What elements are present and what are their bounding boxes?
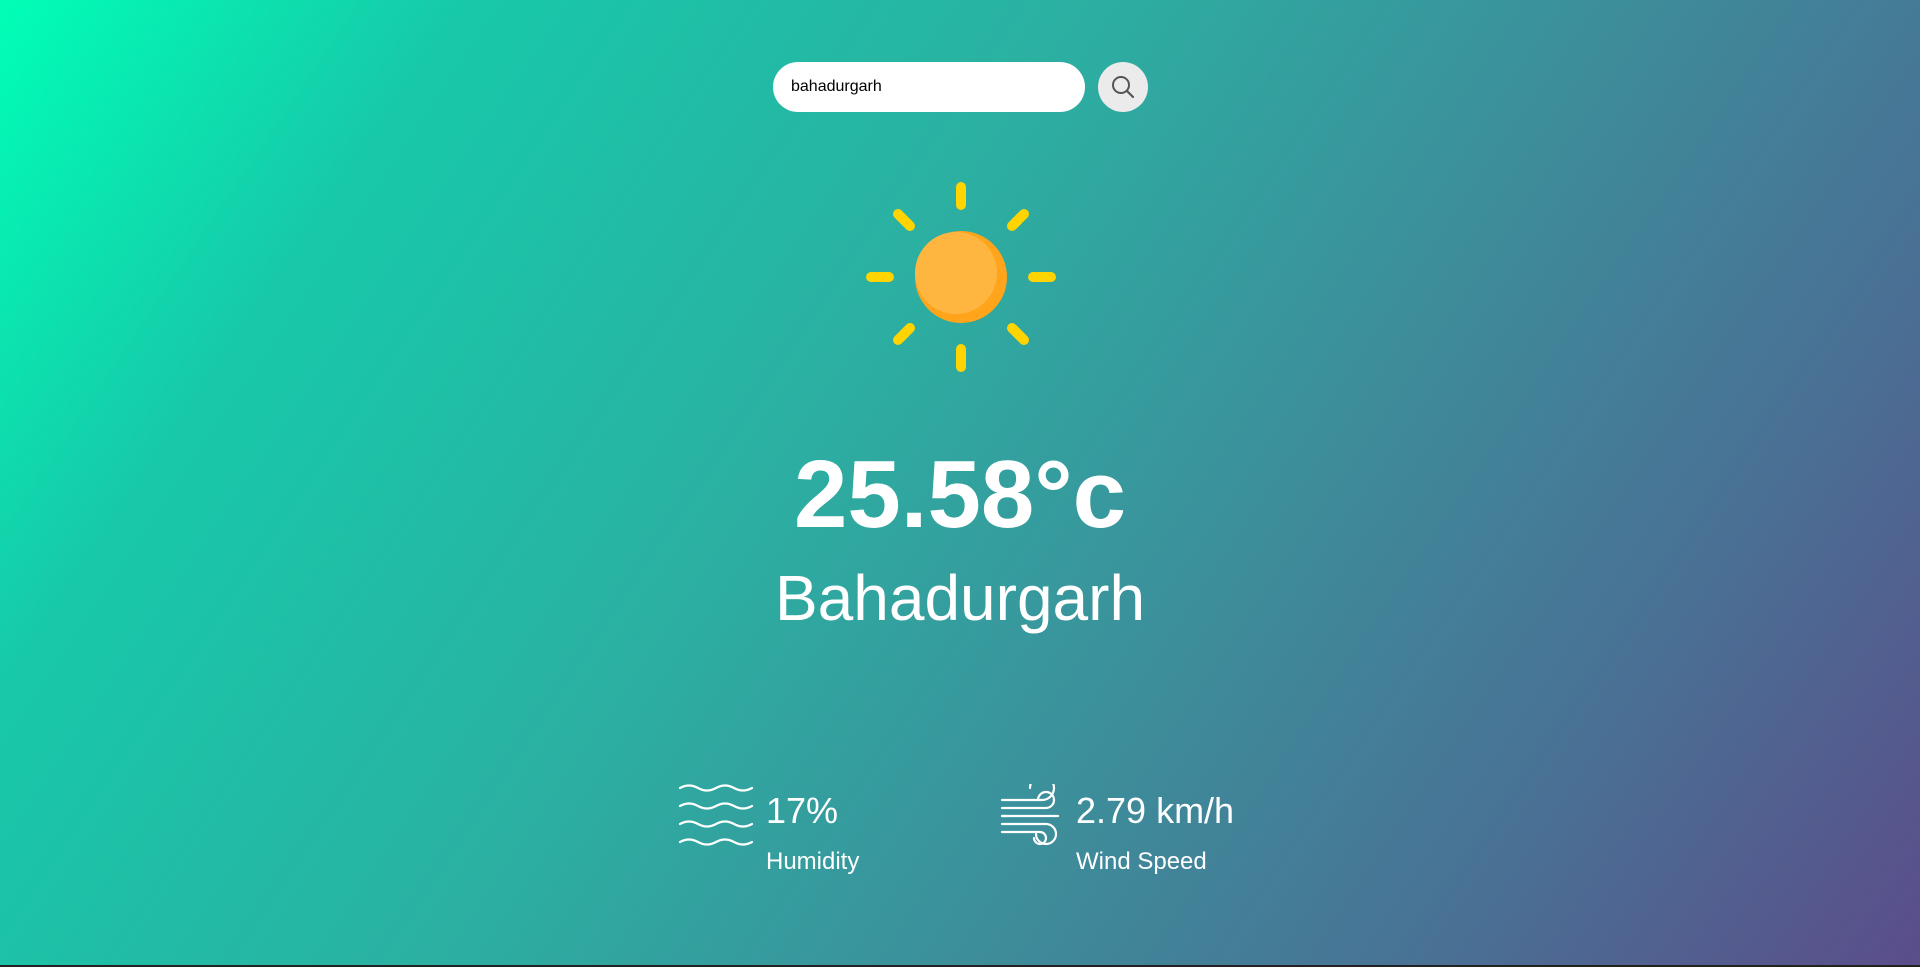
city-name: Bahadurgarh xyxy=(774,562,1146,634)
humidity-label: Humidity xyxy=(766,848,860,875)
humidity-value: 17% xyxy=(766,790,839,831)
temperature: 25.58°c xyxy=(793,441,1126,548)
wind-value: 2.79 km/h xyxy=(1076,790,1235,831)
sun-icon xyxy=(866,182,1056,372)
humidity-waves-icon xyxy=(678,784,754,846)
search-input[interactable] xyxy=(773,62,1085,112)
humidity-section: 17% Humidity xyxy=(678,780,898,880)
wind-icon xyxy=(1000,784,1060,846)
search-button[interactable] xyxy=(1098,62,1148,112)
wind-label: Wind Speed xyxy=(1076,848,1207,875)
wind-section: 2.79 km/h Wind Speed xyxy=(1000,780,1280,880)
weather-app: 25.58°c Bahadurgarh 17% Humidity 2.79 xyxy=(0,0,1920,967)
search-icon xyxy=(1112,76,1135,99)
